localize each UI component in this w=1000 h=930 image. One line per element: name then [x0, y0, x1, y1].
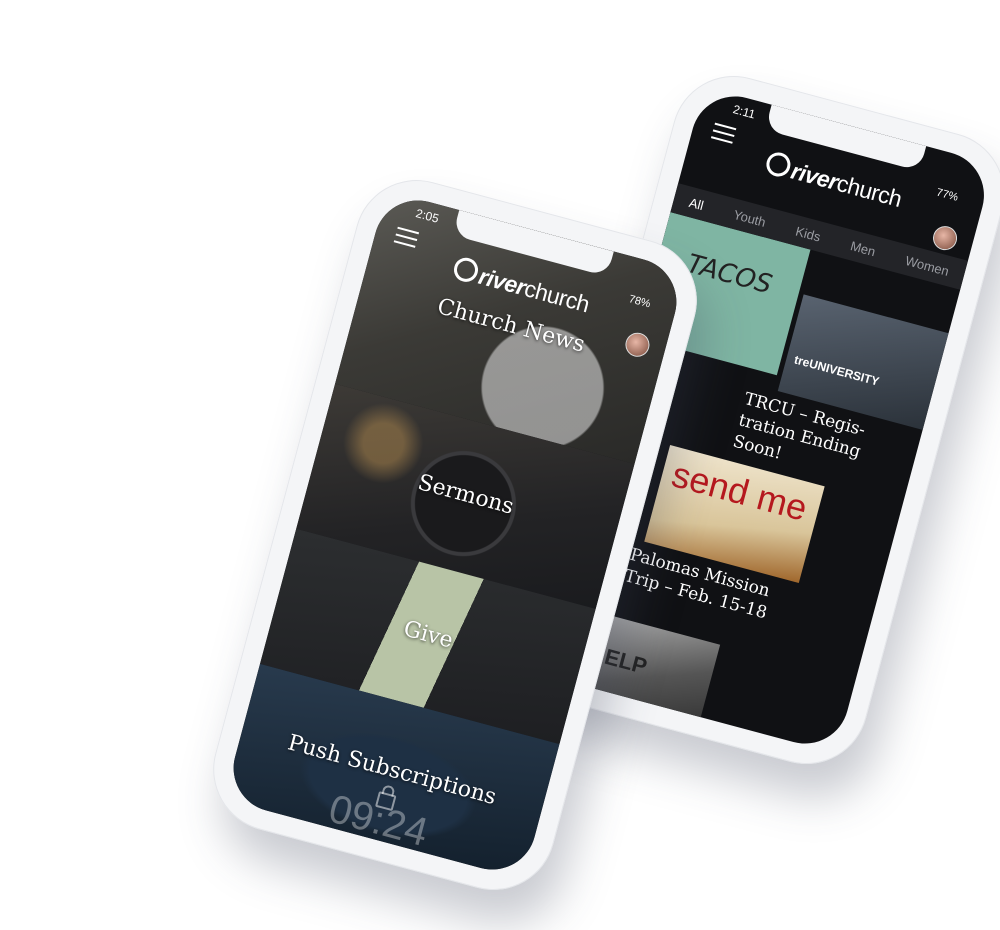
status-time: 2:11 [731, 102, 757, 122]
logo-suffix: church [834, 169, 905, 213]
front-phone-screen: 2:05 78% riverchurch Church News Sermons… [223, 190, 687, 880]
tab-all[interactable]: All [688, 194, 706, 212]
logo-prefix: river [788, 157, 841, 195]
tacos-image-text: TACOS [683, 248, 776, 301]
tab-kids[interactable]: Kids [794, 223, 822, 244]
tab-women[interactable]: Women [904, 252, 951, 278]
trcu-image-text: treUNIVERSITY [792, 352, 881, 389]
tile-label: Sermons [415, 470, 517, 520]
tab-men[interactable]: Men [849, 238, 877, 259]
front-phone: 2:05 78% riverchurch Church News Sermons… [199, 166, 711, 904]
tile-label: Give [400, 616, 456, 654]
tab-youth[interactable]: Youth [732, 206, 768, 229]
